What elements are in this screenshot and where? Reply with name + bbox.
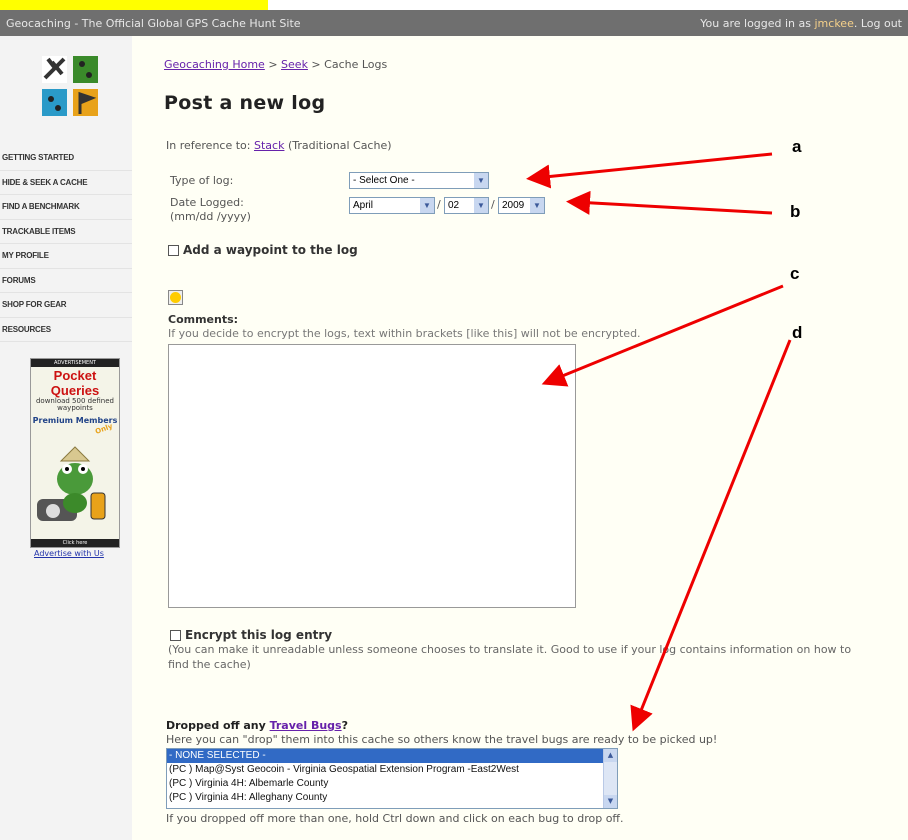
arrow-b bbox=[566, 190, 773, 215]
annotation-label-a: a bbox=[792, 137, 802, 156]
annotation-label-d: d bbox=[792, 323, 803, 342]
annotation-arrows bbox=[526, 152, 792, 732]
arrow-d bbox=[630, 339, 792, 732]
annotation-label-b: b bbox=[790, 202, 801, 221]
arrow-a bbox=[526, 152, 773, 189]
arrow-c bbox=[541, 284, 784, 387]
annotation-label-c: c bbox=[790, 264, 800, 283]
